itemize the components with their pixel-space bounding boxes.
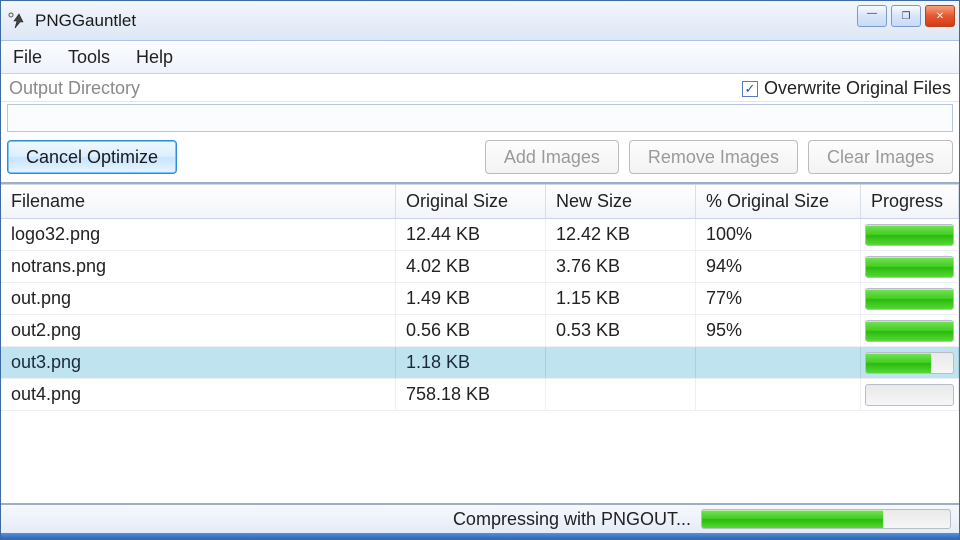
menu-help[interactable]: Help xyxy=(130,45,179,70)
cell-progress xyxy=(861,283,959,314)
row-progressbar xyxy=(865,256,954,278)
col-original[interactable]: Original Size xyxy=(396,185,546,218)
clear-images-button[interactable]: Clear Images xyxy=(808,140,953,174)
table-row[interactable]: out4.png758.18 KB xyxy=(1,379,959,411)
cell-original: 1.18 KB xyxy=(396,347,546,378)
progress-fill xyxy=(866,225,953,245)
cell-filename: out4.png xyxy=(1,379,396,410)
row-progressbar xyxy=(865,384,954,406)
table-row[interactable]: out3.png1.18 KB xyxy=(1,347,959,379)
progress-fill xyxy=(866,257,953,277)
row-progressbar xyxy=(865,320,954,342)
table-body: logo32.png12.44 KB12.42 KB100%notrans.pn… xyxy=(1,219,959,503)
table-row[interactable]: notrans.png4.02 KB3.76 KB94% xyxy=(1,251,959,283)
cell-newsize: 3.76 KB xyxy=(546,251,696,282)
checkbox-icon: ✓ xyxy=(742,81,758,97)
menu-tools[interactable]: Tools xyxy=(62,45,116,70)
cell-original: 0.56 KB xyxy=(396,315,546,346)
file-table: Filename Original Size New Size % Origin… xyxy=(1,184,959,503)
row-progressbar xyxy=(865,224,954,246)
cell-progress xyxy=(861,347,959,378)
app-icon xyxy=(7,11,27,31)
table-header: Filename Original Size New Size % Origin… xyxy=(1,185,959,219)
cell-progress xyxy=(861,315,959,346)
col-newsize[interactable]: New Size xyxy=(546,185,696,218)
cell-newsize xyxy=(546,347,696,378)
cell-filename: out3.png xyxy=(1,347,396,378)
cell-filename: out.png xyxy=(1,283,396,314)
cell-progress xyxy=(861,219,959,250)
col-pct[interactable]: % Original Size xyxy=(696,185,861,218)
add-images-button[interactable]: Add Images xyxy=(485,140,619,174)
overwrite-label: Overwrite Original Files xyxy=(764,78,951,99)
cell-filename: out2.png xyxy=(1,315,396,346)
menubar: File Tools Help xyxy=(1,41,959,74)
remove-images-button[interactable]: Remove Images xyxy=(629,140,798,174)
maximize-button[interactable]: ❐ xyxy=(891,5,921,27)
minimize-button[interactable]: — xyxy=(857,5,887,27)
table-row[interactable]: out.png1.49 KB1.15 KB77% xyxy=(1,283,959,315)
output-directory-input[interactable] xyxy=(7,104,953,132)
status-progressbar xyxy=(701,509,951,529)
col-progress[interactable]: Progress xyxy=(861,185,959,218)
cell-filename: logo32.png xyxy=(1,219,396,250)
statusbar: Compressing with PNGOUT... xyxy=(1,503,959,533)
output-directory-label: Output Directory xyxy=(9,78,140,99)
progress-fill xyxy=(866,289,953,309)
cell-newsize: 12.42 KB xyxy=(546,219,696,250)
cell-newsize: 1.15 KB xyxy=(546,283,696,314)
cell-newsize: 0.53 KB xyxy=(546,315,696,346)
cell-original: 12.44 KB xyxy=(396,219,546,250)
cell-pct: 77% xyxy=(696,283,861,314)
cell-newsize xyxy=(546,379,696,410)
cell-original: 758.18 KB xyxy=(396,379,546,410)
cell-pct xyxy=(696,379,861,410)
cancel-optimize-button[interactable]: Cancel Optimize xyxy=(7,140,177,174)
cell-pct xyxy=(696,347,861,378)
progress-fill xyxy=(866,353,931,373)
menu-file[interactable]: File xyxy=(7,45,48,70)
window-controls: — ❐ ✕ xyxy=(857,1,959,27)
cell-pct: 100% xyxy=(696,219,861,250)
cell-filename: notrans.png xyxy=(1,251,396,282)
cell-pct: 95% xyxy=(696,315,861,346)
overwrite-original-checkbox[interactable]: ✓ Overwrite Original Files xyxy=(742,78,951,99)
cell-original: 4.02 KB xyxy=(396,251,546,282)
progress-fill xyxy=(702,510,883,528)
progress-fill xyxy=(866,321,953,341)
status-text: Compressing with PNGOUT... xyxy=(453,509,691,530)
cell-original: 1.49 KB xyxy=(396,283,546,314)
titlebar: PNGGauntlet — ❐ ✕ xyxy=(1,1,959,41)
app-title: PNGGauntlet xyxy=(35,11,136,31)
app-window: PNGGauntlet — ❐ ✕ File Tools Help Output… xyxy=(0,0,960,540)
cell-progress xyxy=(861,251,959,282)
row-progressbar xyxy=(865,288,954,310)
table-row[interactable]: out2.png0.56 KB0.53 KB95% xyxy=(1,315,959,347)
row-progressbar xyxy=(865,352,954,374)
close-button[interactable]: ✕ xyxy=(925,5,955,27)
table-row[interactable]: logo32.png12.44 KB12.42 KB100% xyxy=(1,219,959,251)
window-border-bottom xyxy=(1,533,959,539)
toolbar: Cancel Optimize Add Images Remove Images… xyxy=(1,138,959,184)
cell-pct: 94% xyxy=(696,251,861,282)
cell-progress xyxy=(861,379,959,410)
output-directory-row: Output Directory ✓ Overwrite Original Fi… xyxy=(1,74,959,102)
col-filename[interactable]: Filename xyxy=(1,185,396,218)
